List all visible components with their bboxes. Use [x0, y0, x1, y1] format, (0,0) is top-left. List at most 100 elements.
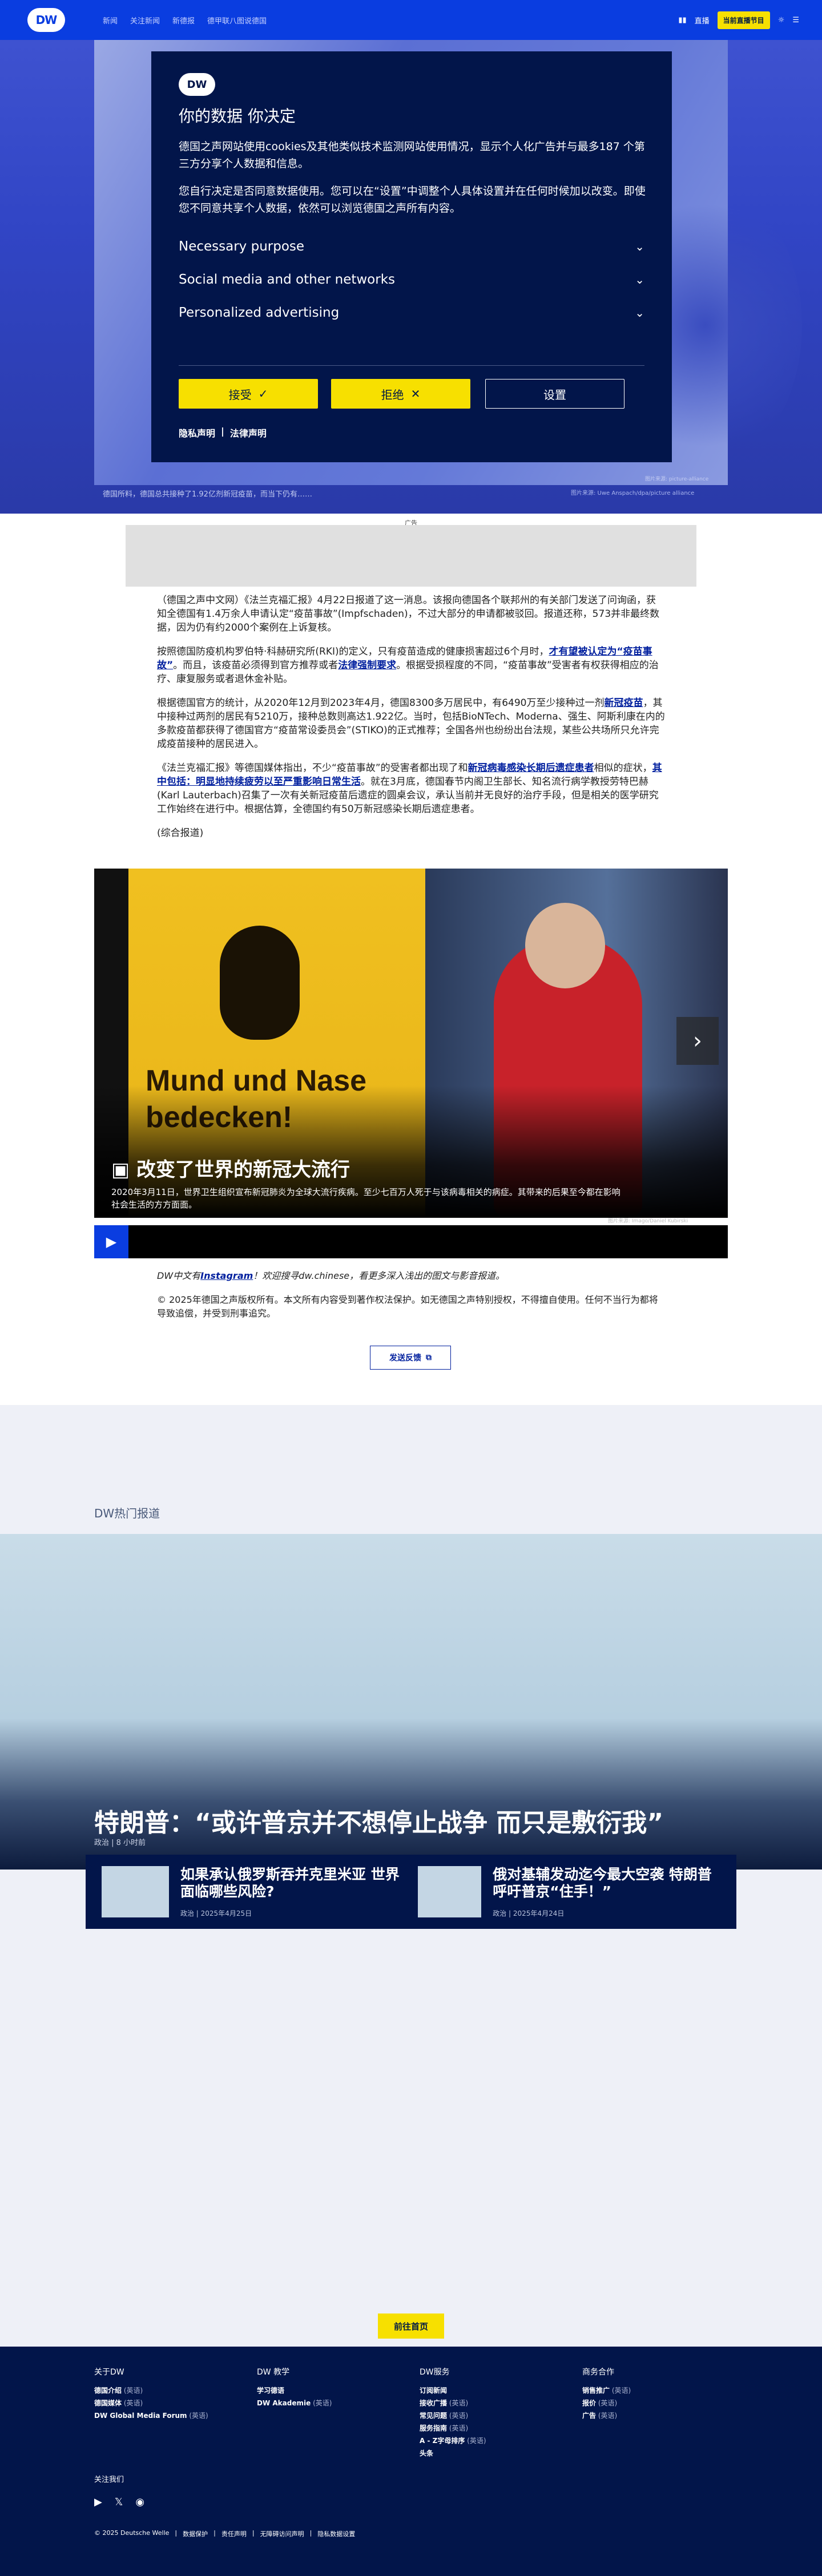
nav-item[interactable]: 关注新闻	[130, 15, 160, 26]
ad-slot[interactable]	[126, 525, 696, 587]
footer-col-title: 关于DW	[94, 2368, 124, 2377]
hero-caption: 德国所料，德国总共接种了1.92亿剂新冠疫苗，而当下仍有……	[103, 490, 312, 499]
x-icon[interactable]: 𝕏	[115, 2496, 123, 2508]
hot-headline-meta: 政治 | 8 小时前	[94, 1839, 146, 1847]
play-icon[interactable]: ▶	[94, 1225, 128, 1258]
separator: |	[252, 2529, 255, 2537]
footer-col-service: DW服务 订阅新闻 接收广播 (英语) 常见问题 (英语) 服务指南 (英语) …	[420, 2366, 486, 2460]
mask-pictogram	[220, 926, 300, 1040]
consent-purpose-necessary[interactable]: Necessary purpose ⌄	[179, 233, 644, 260]
gallery-title[interactable]: ▣ 改变了世界的新冠大流行	[111, 1154, 350, 1182]
text: DW中文有	[157, 1270, 201, 1281]
footer-link[interactable]: 报价 (英语)	[582, 2397, 631, 2409]
footer-link[interactable]: 接收广播 (英语)	[420, 2397, 486, 2409]
instagram-link[interactable]: Instagram	[200, 1270, 253, 1281]
accept-button[interactable]: 接受 ✓	[179, 379, 318, 409]
copy-icon: ⧉	[426, 1353, 432, 1362]
reject-button[interactable]: 拒绝 ✕	[331, 379, 470, 409]
text: 按照德国防疫机构罗伯特·科赫研究所(RKI)的定义，只有疫苗造成的健康损害超过6…	[157, 646, 549, 657]
live-audio-icon[interactable]: ▮▮	[678, 16, 686, 25]
instagram-icon[interactable]: ◉	[135, 2496, 144, 2508]
footer-col-business: 商务合作 销售推广 (英语) 报价 (英语) 广告 (英语)	[582, 2366, 631, 2422]
settings-button[interactable]: 设置	[485, 379, 624, 409]
nav-item[interactable]: 新德报	[172, 15, 195, 26]
footer-link[interactable]: 学习德语	[257, 2384, 332, 2397]
chevron-down-icon: ⌄	[635, 273, 644, 286]
settings-label: 设置	[543, 387, 566, 402]
legal-link[interactable]: 法律声明	[230, 426, 267, 439]
footer-link[interactable]: 订阅新闻	[420, 2384, 486, 2397]
gallery-progress-bar	[128, 1225, 728, 1258]
text: ！欢迎搜寻dw.chinese，看更多深入浅出的图文与影音报道。	[253, 1270, 505, 1281]
separator: |	[213, 2529, 216, 2537]
footer-col-title: 商务合作	[582, 2368, 614, 2377]
image-gallery[interactable]: Mund und Nase bedecken! ▣ 改变了世界的新冠大流行 20…	[94, 869, 728, 1258]
menu-icon[interactable]: ☰	[792, 16, 799, 25]
paragraph: 根据德国官方的统计，从2020年12月到2023年4月，德国8300多万居民中，…	[157, 696, 665, 751]
feedback-button[interactable]: 发送反馈 ⧉	[370, 1346, 451, 1370]
inline-link[interactable]: 新冠疫苗	[605, 697, 643, 709]
chevron-down-icon: ⌄	[635, 306, 644, 320]
consent-purpose-social[interactable]: Social media and other networks ⌄	[179, 266, 644, 293]
person-head	[525, 903, 605, 988]
hot-headline[interactable]: 特朗普：“或许普京并不想停止战争 而只是敷衍我”	[94, 1802, 663, 1839]
check-icon: ✓	[258, 387, 268, 401]
footer-bar-link[interactable]: 无障碍访问声明	[260, 2529, 304, 2538]
nav-item[interactable]: 德甲联八图说德国	[207, 15, 267, 26]
article-body: （德国之声中文网）《法兰克福汇报》4月22日报道了这一消息。该报向德国各个联邦州…	[157, 593, 665, 850]
hot-card[interactable]: 如果承认俄罗斯吞并克里米亚 世界面临哪些风险? 政治 | 2025年4月25日	[102, 1866, 404, 1917]
accept-label: 接受	[228, 387, 252, 402]
site-footer: 关于DW 德国介绍 (英语) 德国媒体 (英语) DW Global Media…	[0, 2347, 822, 2576]
chevron-right-icon[interactable]: ›	[676, 1017, 719, 1065]
hot-card-thumbnail	[418, 1866, 482, 1917]
live-tv-button[interactable]: 当前直播节目	[717, 11, 770, 29]
gallery-icon: ▣	[111, 1158, 136, 1181]
footer-bar-link[interactable]: 隐私数据设置	[317, 2529, 355, 2538]
footer-link[interactable]: 头条	[420, 2447, 486, 2460]
footer-link[interactable]: 广告 (英语)	[582, 2409, 631, 2422]
consent-purpose-label: Social media and other networks	[179, 272, 396, 287]
footer-bar-link[interactable]: 责任声明	[221, 2529, 247, 2538]
paragraph: (综合报道)	[157, 827, 204, 839]
footer-bar: © 2025 Deutsche Welle | 数据保护 | 责任声明 | 无障…	[94, 2529, 355, 2538]
footer-col-about: 关于DW 德国介绍 (英语) 德国媒体 (英语) DW Global Media…	[94, 2366, 208, 2422]
inline-link[interactable]: 新冠病毒感染长期后遗症患者	[468, 762, 594, 774]
youtube-icon[interactable]: ▶	[94, 2496, 102, 2508]
footer-link[interactable]: A - Z字母排序 (英语)	[420, 2434, 486, 2447]
hot-card-text: 如果承认俄罗斯吞并克里米亚 世界面临哪些风险? 政治 | 2025年4月25日	[180, 1866, 404, 1917]
consent-logo: DW	[179, 73, 215, 96]
footer-col-learn: DW 教学 学习德语 DW Akademie (英语)	[257, 2366, 332, 2409]
footer-link[interactable]: DW Akademie (英语)	[257, 2397, 332, 2409]
separator: |	[221, 426, 224, 437]
footer-col-title: DW服务	[420, 2368, 450, 2377]
footer-link[interactable]: 销售推广 (英语)	[582, 2384, 631, 2397]
footer-link[interactable]: 德国媒体 (英语)	[94, 2397, 208, 2409]
footer-link[interactable]: DW Global Media Forum (英语)	[94, 2409, 208, 2422]
header-actions: ▮▮ 直播 当前直播节目 ☼ ☰	[678, 11, 799, 29]
hot-card-meta: 政治 | 2025年4月25日	[180, 1909, 252, 1917]
hot-card-title: 俄对基辅发动迄今最大空袭 特朗普呼吁普京“住手！”	[493, 1866, 712, 1900]
hot-section-title: DW热门报道	[94, 1507, 160, 1520]
nav-item[interactable]: 新闻	[103, 15, 118, 26]
consent-purpose-label: Personalized advertising	[179, 305, 340, 320]
footer-bar-link[interactable]: 数据保护	[183, 2529, 208, 2538]
text: 。而且，该疫苗必须得到官方推荐或者	[173, 660, 339, 671]
hot-card[interactable]: 俄对基辅发动迄今最大空袭 特朗普呼吁普京“住手！” 政治 | 2025年4月24…	[418, 1866, 720, 1917]
text: 根据德国官方的统计，从2020年12月到2023年4月，德国8300多万居民中，…	[157, 697, 605, 709]
reject-label: 拒绝	[381, 387, 404, 402]
back-to-home-button[interactable]: 前往首页	[378, 2313, 444, 2339]
consent-purpose-ads[interactable]: Personalized advertising ⌄	[179, 299, 644, 326]
hero-credit: 图片来源: Uwe Anspach/dpa/picture alliance	[571, 490, 695, 496]
consent-dialog: DW 你的数据 你决定 德国之声网站使用cookies及其他类似技术监测网站使用…	[151, 51, 672, 462]
live-label[interactable]: 直播	[695, 15, 710, 26]
consent-purpose-label: Necessary purpose	[179, 239, 305, 254]
footer-link[interactable]: 德国介绍 (英语)	[94, 2384, 208, 2397]
inline-link[interactable]: 法律强制要求	[338, 660, 396, 671]
dw-logo[interactable]: DW	[27, 8, 65, 32]
divider	[179, 365, 644, 366]
footer-link[interactable]: 常见问题 (英语)	[420, 2409, 486, 2422]
privacy-link[interactable]: 隐私声明	[179, 426, 215, 439]
text: 相似的症状，	[594, 762, 652, 774]
footer-link[interactable]: 服务指南 (英语)	[420, 2422, 486, 2434]
globe-icon[interactable]: ☼	[778, 16, 785, 25]
